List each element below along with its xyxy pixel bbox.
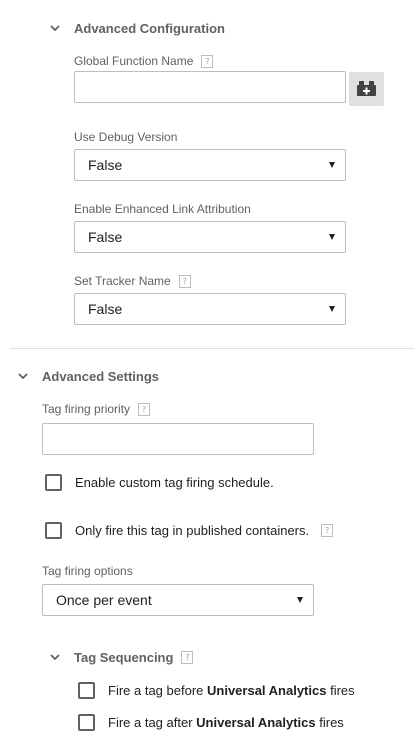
fire-tag-before-prefix: Fire a tag before: [108, 683, 207, 698]
set-tracker-name-label: Set Tracker Name ?: [74, 274, 191, 288]
use-debug-version-label: Use Debug Version: [74, 130, 178, 144]
tag-sequencing-chevron-down-icon[interactable]: [48, 650, 62, 664]
dropdown-arrow-icon: [297, 597, 303, 603]
help-icon[interactable]: ?: [181, 651, 194, 664]
tag-firing-priority-label-text: Tag firing priority: [42, 402, 131, 416]
fire-tag-before-checkbox[interactable]: [78, 682, 95, 699]
fire-tag-after-tag-name: Universal Analytics: [196, 715, 316, 730]
fire-tag-after-prefix: Fire a tag after: [108, 715, 197, 730]
dropdown-arrow-icon: [329, 234, 335, 240]
help-icon[interactable]: ?: [178, 274, 191, 288]
custom-schedule-label: Enable custom tag firing schedule.: [75, 475, 274, 490]
use-debug-version-value: False: [88, 157, 123, 173]
published-only-label: Only fire this tag in published containe…: [75, 523, 310, 538]
advanced-configuration-title[interactable]: Advanced Configuration: [74, 21, 225, 36]
published-only-option[interactable]: Only fire this tag in published containe…: [45, 522, 334, 539]
advanced-settings-chevron-down-icon[interactable]: [16, 369, 30, 383]
enhanced-link-attribution-select[interactable]: False: [74, 221, 346, 253]
custom-schedule-checkbox[interactable]: [45, 474, 62, 491]
fire-tag-after-suffix: fires: [315, 715, 344, 730]
use-debug-version-select[interactable]: False: [74, 149, 346, 181]
enhanced-link-attribution-value: False: [88, 229, 123, 245]
insert-variable-button[interactable]: [349, 72, 384, 106]
help-icon[interactable]: ?: [321, 524, 334, 537]
section-divider: [10, 348, 414, 349]
global-function-name-label: Global Function Name ?: [74, 54, 214, 68]
dropdown-arrow-icon: [329, 162, 335, 168]
global-function-name-label-text: Global Function Name: [74, 54, 194, 68]
help-icon[interactable]: ?: [138, 402, 151, 416]
variable-brick-plus-icon: [357, 81, 376, 96]
global-function-name-input[interactable]: [74, 71, 346, 103]
set-tracker-name-value: False: [88, 301, 123, 317]
tag-firing-priority-input[interactable]: [42, 423, 314, 455]
fire-tag-after-label: Fire a tag after Universal Analytics fir…: [108, 715, 344, 730]
tag-sequencing-title-text: Tag Sequencing: [74, 650, 174, 665]
custom-schedule-option[interactable]: Enable custom tag firing schedule.: [45, 474, 274, 491]
tag-firing-options-select[interactable]: Once per event: [42, 584, 314, 616]
dropdown-arrow-icon: [329, 306, 335, 312]
set-tracker-name-select[interactable]: False: [74, 293, 346, 325]
tag-firing-options-value: Once per event: [56, 592, 152, 608]
fire-tag-before-label: Fire a tag before Universal Analytics fi…: [108, 683, 355, 698]
fire-tag-before-tag-name: Universal Analytics: [207, 683, 327, 698]
set-tracker-name-label-text: Set Tracker Name: [74, 274, 171, 288]
fire-tag-after-checkbox[interactable]: [78, 714, 95, 731]
tag-firing-priority-label: Tag firing priority ?: [42, 402, 151, 416]
fire-tag-after-option[interactable]: Fire a tag after Universal Analytics fir…: [78, 714, 344, 731]
tag-sequencing-title[interactable]: Tag Sequencing ?: [74, 650, 194, 665]
advanced-settings-title[interactable]: Advanced Settings: [42, 369, 159, 384]
fire-tag-before-suffix: fires: [326, 683, 355, 698]
advanced-configuration-chevron-down-icon[interactable]: [48, 21, 62, 35]
enhanced-link-attribution-label: Enable Enhanced Link Attribution: [74, 202, 251, 216]
published-only-checkbox[interactable]: [45, 522, 62, 539]
help-icon[interactable]: ?: [201, 54, 214, 68]
tag-firing-options-label: Tag firing options: [42, 564, 133, 578]
fire-tag-before-option[interactable]: Fire a tag before Universal Analytics fi…: [78, 682, 355, 699]
